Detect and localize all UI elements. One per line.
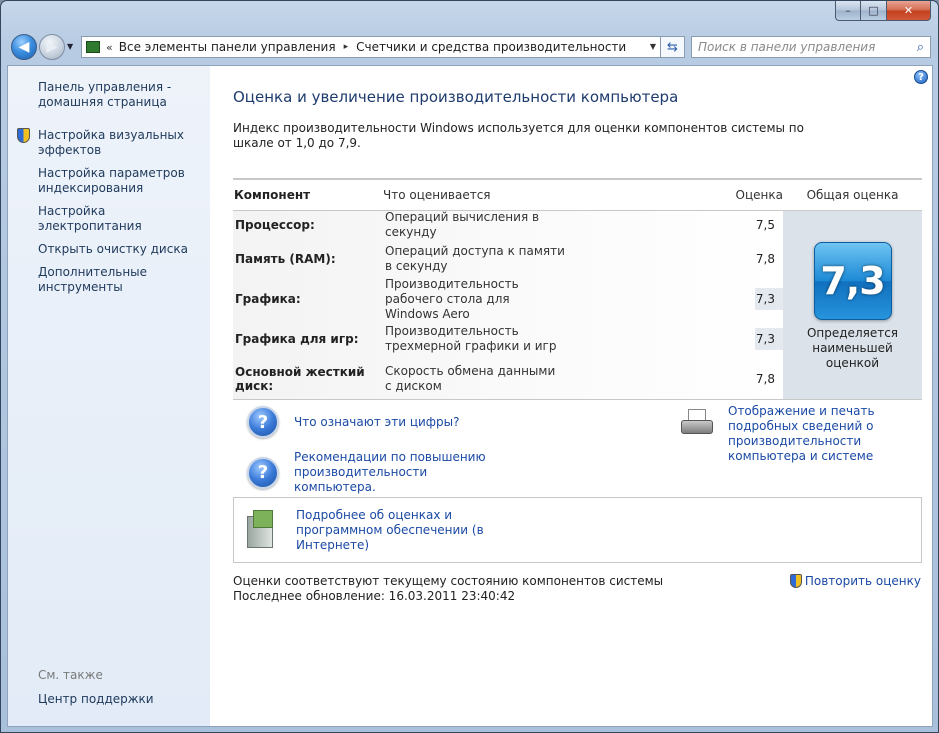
forward-button[interactable]: ▶ [39,34,65,60]
online-info-link[interactable]: Подробнее об оценках и программном обесп… [296,508,526,553]
rescore-link[interactable]: Повторить оценку [789,574,921,588]
search-box[interactable]: ⌕ [691,36,931,58]
navigation-bar: ◀ ▶ ▼ « Все элементы панели управления ▸… [9,33,931,61]
score-table: Компонент Что оценивается Оценка Общая о… [233,178,922,400]
table-rows: Процессор: Операций вычисления в секунду… [233,210,783,399]
question-mark-icon: ? [247,456,279,489]
help-links: ? Что означают эти цифры? ? Рекомендации… [247,406,494,507]
table-row: Графика для игр: Производительность трех… [233,319,783,359]
total-score-cell: 7,3 Определяется наименьшей оценкой [783,211,922,399]
row-what: Операций вычисления в секунду [385,210,540,239]
uac-shield-icon [17,128,30,143]
row-score: 7,5 [755,218,775,232]
sidebar-item-power[interactable]: Настройка электропитания [8,204,210,234]
row-component: Процессор: [235,218,315,232]
row-what: Производительность рабочего стола для Wi… [385,276,519,321]
sidebar-item-label: Настройка визуальных эффектов [38,128,185,157]
last-update: Последнее обновление: 16.03.2011 23:40:4… [233,589,516,603]
row-score: 7,8 [755,372,775,386]
sidebar-item-advanced-tools[interactable]: Дополнительные инструменты [8,265,210,295]
sidebar-item-label: Настройка параметров индексирования [38,166,185,195]
link-label[interactable]: Рекомендации по повышению производительн… [294,450,494,495]
row-what: Операций доступа к памяти в секунду [385,244,565,273]
page-title: Оценка и увеличение производительности к… [233,88,679,106]
software-box-icon [244,510,278,550]
online-info-box: Подробнее об оценках и программном обесп… [233,497,922,563]
header-component: Компонент [234,188,311,202]
question-mark-icon: ? [247,406,279,438]
recent-pages-dropdown[interactable]: ▼ [67,42,73,51]
row-score: 7,8 [755,252,775,266]
address-dropdown-icon[interactable]: ▼ [650,42,656,51]
control-panel-window: – □ ✕ ◀ ▶ ▼ « Все элементы панели управл… [0,0,939,733]
search-icon[interactable]: ⌕ [917,40,924,55]
status-line: Оценки соответствуют текущему состоянию … [233,574,664,588]
refresh-button[interactable]: ⇆ [661,36,685,58]
main-panel: ? Оценка и увеличение производительности… [210,66,932,726]
row-score-lowest: 7,3 [755,328,783,350]
breadcrumb-all-items[interactable]: Все элементы панели управления [119,40,336,54]
sidebar-item-label: Открыть очистку диска [38,242,188,256]
breadcrumb-separator[interactable]: ▸ [344,42,349,52]
address-chevron[interactable]: « [106,41,113,54]
close-button[interactable]: ✕ [887,1,931,21]
content-frame: Панель управления - домашняя страница На… [7,65,933,727]
breadcrumb-performance[interactable]: Счетчики и средства производительности [356,40,626,54]
print-details-link[interactable]: Отображение и печать подробных сведений … [680,404,928,464]
sidebar-item-visual-effects[interactable]: Настройка визуальных эффектов [8,128,210,158]
row-what: Скорость обмена данными с диском [385,364,556,393]
caption-buttons: – □ ✕ [835,1,931,21]
header-what: Что оценивается [383,188,491,202]
total-score-caption: Определяется наименьшей оценкой [806,326,899,370]
header-score: Оценка [735,188,783,202]
row-score-lowest: 7,3 [755,288,783,310]
row-component: Основной жесткий диск: [235,365,365,393]
address-bar[interactable]: « Все элементы панели управления ▸ Счетч… [81,36,661,58]
table-row: Память (RAM): Операций доступа к памяти … [233,239,783,279]
control-panel-icon [86,41,100,53]
sidebar-item-disk-cleanup[interactable]: Открыть очистку диска [8,242,210,257]
status-text: Оценки соответствуют текущему состоянию … [233,574,663,604]
arrow-left-icon: ◀ [18,39,30,55]
rescore-label[interactable]: Повторить оценку [805,574,921,588]
maximize-button[interactable]: □ [861,1,887,21]
row-component: Графика для игр: [235,332,359,346]
printer-icon [680,409,714,439]
sidebar-home-link[interactable]: Панель управления - домашняя страница [8,80,210,110]
what-numbers-mean-link[interactable]: ? Что означают эти цифры? [247,406,494,438]
minimize-button[interactable]: – [835,1,861,21]
link-label[interactable]: Отображение и печать подробных сведений … [728,404,928,464]
base-score-badge: 7,3 [813,242,892,320]
help-icon[interactable]: ? [914,70,928,84]
support-center-link[interactable]: Центр поддержки [38,692,154,706]
sidebar-item-label: Настройка электропитания [38,204,142,233]
table-row: Процессор: Операций вычисления в секунду… [233,210,783,239]
arrow-right-icon: ▶ [46,39,58,55]
search-input[interactable] [698,40,898,54]
row-component: Графика: [235,292,301,306]
table-header: Компонент Что оценивается Оценка Общая о… [233,180,922,210]
see-also-heading: См. также [38,668,103,682]
back-button[interactable]: ◀ [11,34,37,60]
sidebar-item-label: Дополнительные инструменты [38,265,148,294]
performance-tips-link[interactable]: ? Рекомендации по повышению производител… [247,450,494,495]
table-row: Основной жесткий диск: Скорость обмена д… [233,359,783,399]
link-label[interactable]: Что означают эти цифры? [294,415,460,430]
row-what: Производительность трехмерной графики и … [385,324,557,353]
sidebar-item-indexing[interactable]: Настройка параметров индексирования [8,166,210,196]
intro-text: Индекс производительности Windows исполь… [233,121,804,150]
table-row: Графика: Производительность рабочего сто… [233,276,783,321]
refresh-icon: ⇆ [667,39,678,55]
sidebar: Панель управления - домашняя страница На… [8,66,210,726]
row-component: Память (RAM): [235,252,336,266]
header-total: Общая оценка [806,188,899,202]
uac-shield-icon [789,574,802,588]
table-body: Процессор: Операций вычисления в секунду… [233,210,922,399]
